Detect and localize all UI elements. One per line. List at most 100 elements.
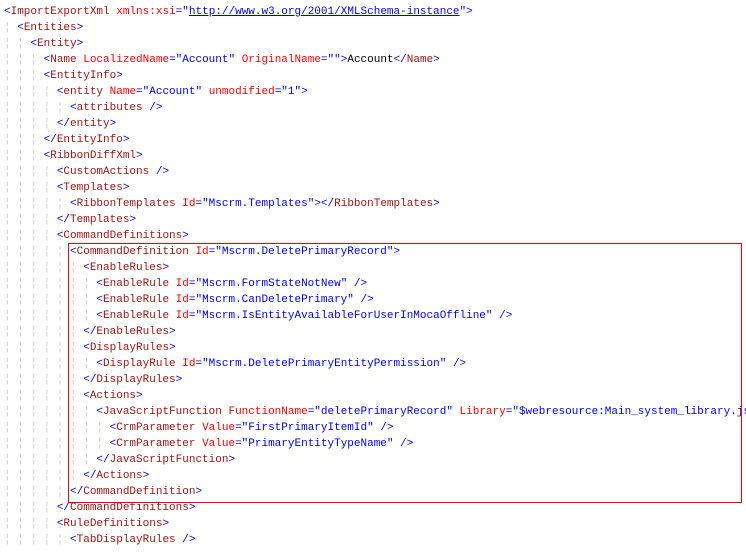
token-elem: Templates: [63, 182, 122, 194]
token-brk: <: [17, 22, 24, 34]
code-line[interactable]: ¦ ¦ ¦ ¦ ¦ ¦ </DisplayRules>: [4, 372, 742, 388]
token-val: Mscrm.IsEntityAvailableForUserInMocaOffl…: [202, 310, 486, 322]
token-elem: RibbonTemplates: [334, 198, 433, 210]
token-brk: >: [162, 518, 169, 530]
code-line[interactable]: ¦ ¦ ¦ ¦ ¦ <CommandDefinition Id="Mscrm.D…: [4, 244, 742, 260]
token-txt: [446, 358, 453, 370]
token-val: $webresource:Main_system_library.js: [519, 406, 746, 418]
code-line[interactable]: ¦ ¦ ¦ ¦ ¦ ¦ <DisplayRules>: [4, 340, 742, 356]
token-brk: <: [70, 102, 77, 114]
token-elem: CommandDefinition: [83, 486, 195, 498]
code-line[interactable]: ¦ ¦ ¦ ¦ <CommandDefinitions>: [4, 228, 742, 244]
code-line[interactable]: ¦ ¦ ¦ ¦ ¦ ¦ ¦ ¦ <CrmParameter Value="Pri…: [4, 436, 742, 452]
code-line[interactable]: ¦ ¦ ¦ ¦ ¦ <RibbonTemplates Id="Mscrm.Tem…: [4, 196, 742, 212]
indent-guide: ¦ ¦ ¦: [4, 134, 44, 146]
code-line[interactable]: ¦ ¦ ¦ ¦ ¦ ¦ ¦ ¦ <CrmParameter Value="Fir…: [4, 420, 742, 436]
token-brk: </: [70, 486, 83, 498]
token-brk: >: [301, 86, 308, 98]
token-brk: ": [486, 310, 493, 322]
token-brk: >: [162, 262, 169, 274]
token-elem: Name: [50, 54, 76, 66]
token-attr: LocalizedName: [83, 54, 169, 66]
token-brk: </: [96, 454, 109, 466]
token-brk: />: [453, 358, 466, 370]
token-brk: ": [182, 6, 189, 18]
indent-guide: ¦ ¦: [4, 38, 30, 50]
token-brk: >: [77, 22, 84, 34]
token-brk: >: [182, 230, 189, 242]
token-brk: >: [169, 342, 176, 354]
token-brk: </: [83, 326, 96, 338]
token-elem: JavaScriptFunction: [110, 454, 229, 466]
token-brk: =": [195, 358, 208, 370]
token-brk: =": [189, 294, 202, 306]
code-line[interactable]: ¦ ¦ ¦ ¦ ¦ ¦ <Actions>: [4, 388, 742, 404]
indent-guide: ¦ ¦ ¦ ¦ ¦ ¦ ¦: [4, 294, 96, 306]
token-brk: =": [308, 406, 321, 418]
token-brk: =": [189, 278, 202, 290]
code-line[interactable]: ¦ ¦ ¦ ¦ ¦ <attributes />: [4, 100, 742, 116]
token-brk: >: [136, 150, 143, 162]
token-attr: FunctionName: [228, 406, 307, 418]
code-line[interactable]: ¦ ¦ ¦ ¦ <entity Name="Account" unmodifie…: [4, 84, 742, 100]
token-elem: RibbonDiffXml: [50, 150, 136, 162]
token-brk: <: [70, 246, 77, 258]
code-line[interactable]: ¦ ¦ ¦ ¦ ¦ ¦ <EnableRules>: [4, 260, 742, 276]
code-line[interactable]: ¦ ¦ ¦ ¦ ¦ ¦ ¦ </JavaScriptFunction>: [4, 452, 742, 468]
token-brk: =": [189, 310, 202, 322]
token-elem: Entity: [37, 38, 77, 50]
code-line[interactable]: ¦ ¦ ¦ ¦ ¦ ¦ </Actions>: [4, 468, 742, 484]
code-line[interactable]: ¦ ¦ ¦ ¦ </Templates>: [4, 212, 742, 228]
code-line[interactable]: ¦ ¦ ¦ ¦ ¦ ¦ ¦ <JavaScriptFunction Functi…: [4, 404, 742, 420]
code-line[interactable]: ¦ ¦ ¦ <EntityInfo>: [4, 68, 742, 84]
code-line[interactable]: ¦ ¦ ¦ ¦ ¦ </CommandDefinition>: [4, 484, 742, 500]
code-line[interactable]: ¦ ¦ ¦ ¦ <Templates>: [4, 180, 742, 196]
code-line[interactable]: ¦ ¦ ¦ ¦ <RuleDefinitions>: [4, 516, 742, 532]
token-brk: =": [209, 246, 222, 258]
token-txt: [169, 278, 176, 290]
indent-guide: ¦ ¦ ¦ ¦ ¦ ¦ ¦ ¦: [4, 438, 110, 450]
code-line[interactable]: ¦ ¦ ¦ </EntityInfo>: [4, 132, 742, 148]
token-brk: =": [235, 422, 248, 434]
code-line[interactable]: ¦ ¦ ¦ ¦ <CustomActions />: [4, 164, 742, 180]
token-elem: EnableRule: [103, 310, 169, 322]
token-brk: />: [361, 294, 374, 306]
code-line[interactable]: ¦ ¦ ¦ ¦ ¦ <TabDisplayRules />: [4, 532, 742, 548]
token-attr: Value: [202, 438, 235, 450]
token-elem: ImportExportXml: [11, 6, 110, 18]
code-line[interactable]: ¦ ¦ ¦ ¦ </entity>: [4, 116, 742, 132]
code-line[interactable]: ¦ ¦ ¦ ¦ ¦ ¦ ¦ <EnableRule Id="Mscrm.IsEn…: [4, 308, 742, 324]
token-brk: ": [387, 438, 394, 450]
code-line[interactable]: ¦ <Entities>: [4, 20, 742, 36]
token-txt: [453, 406, 460, 418]
code-line[interactable]: ¦ ¦ <Entity>: [4, 36, 742, 52]
token-brk: >: [123, 182, 130, 194]
token-elem: Templates: [70, 214, 129, 226]
token-elem: CommandDefinition: [77, 246, 189, 258]
indent-guide: ¦ ¦ ¦ ¦: [4, 166, 57, 178]
code-line[interactable]: ¦ ¦ ¦ ¦ ¦ ¦ ¦ <EnableRule Id="Mscrm.Form…: [4, 276, 742, 292]
indent-guide: ¦ ¦ ¦ ¦ ¦ ¦ ¦: [4, 278, 96, 290]
token-brk: <: [83, 342, 90, 354]
token-elem: Name: [407, 54, 433, 66]
code-line[interactable]: ¦ ¦ ¦ ¦ ¦ ¦ </EnableRules>: [4, 324, 742, 340]
token-brk: >: [136, 390, 143, 402]
code-line[interactable]: ¦ ¦ ¦ ¦ ¦ ¦ ¦ <DisplayRule Id="Mscrm.Del…: [4, 356, 742, 372]
token-elem: attributes: [77, 102, 143, 114]
token-brk: />: [182, 534, 195, 546]
code-line[interactable]: ¦ ¦ ¦ <RibbonDiffXml>: [4, 148, 742, 164]
code-line[interactable]: <ImportExportXml xmlns:xsi="http://www.w…: [4, 4, 742, 20]
token-attr: OriginalName: [242, 54, 321, 66]
indent-guide: ¦ ¦ ¦: [4, 54, 44, 66]
token-val: Mscrm.FormStateNotNew: [202, 278, 341, 290]
indent-guide: ¦ ¦ ¦ ¦: [4, 214, 57, 226]
code-line[interactable]: ¦ ¦ ¦ ¦ ¦ ¦ ¦ <EnableRule Id="Mscrm.CanD…: [4, 292, 742, 308]
indent-guide: ¦ ¦ ¦: [4, 150, 44, 162]
code-line[interactable]: ¦ ¦ ¦ <Name LocalizedName="Account" Orig…: [4, 52, 742, 68]
code-line[interactable]: ¦ ¦ ¦ ¦ </CommandDefinitions>: [4, 500, 742, 516]
token-txt: [354, 294, 361, 306]
token-txt: [235, 54, 242, 66]
token-brk: />: [380, 422, 393, 434]
token-brk: =": [275, 86, 288, 98]
indent-guide: ¦ ¦ ¦ ¦: [4, 518, 57, 530]
